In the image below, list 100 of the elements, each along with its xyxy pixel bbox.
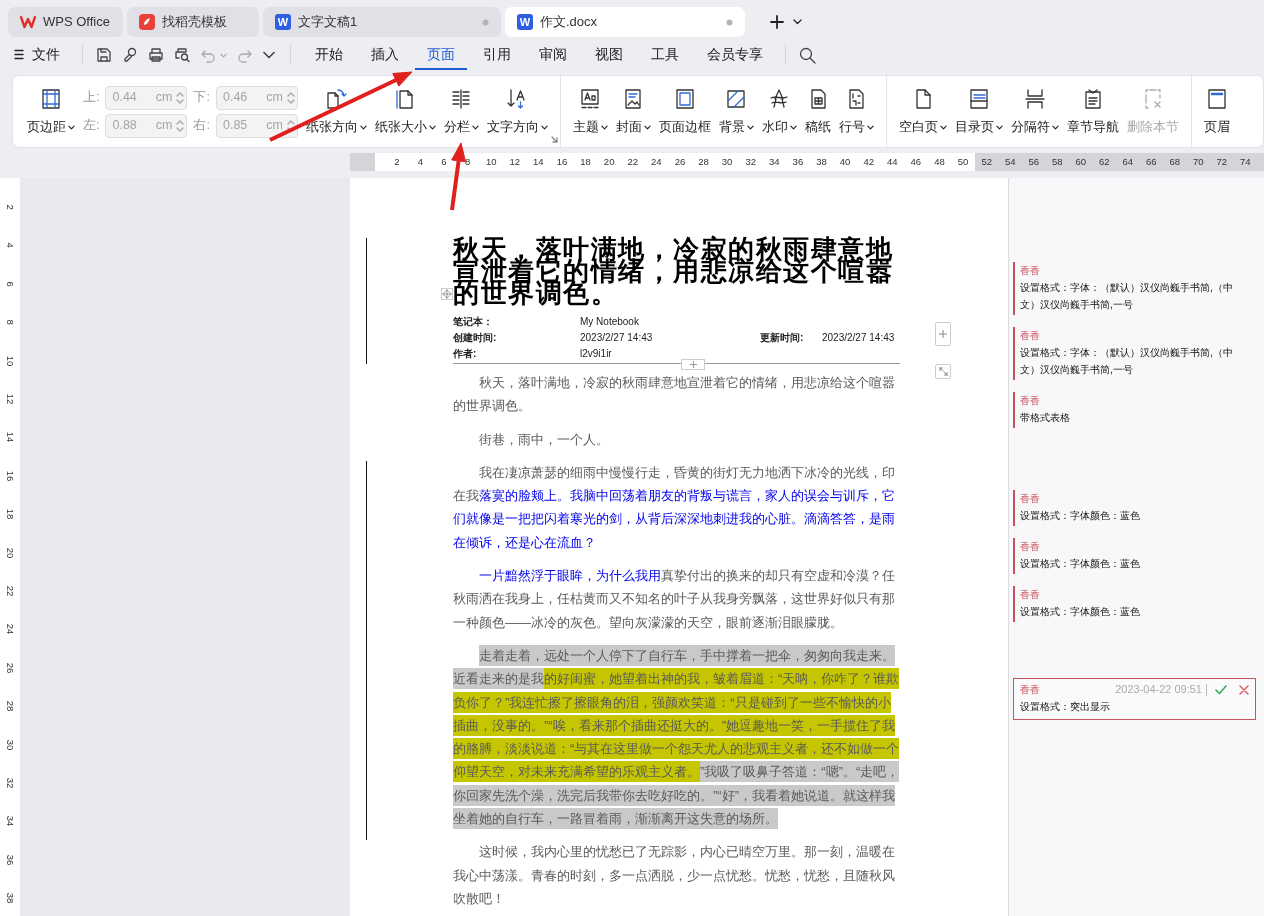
document-tab[interactable]: W 文字文稿1 bbox=[263, 7, 501, 37]
revision-card[interactable]: 香香 设置格式：字体：（默认）汉仪尚巍手书简,（中文）汉仪尚巍手书简,一号 bbox=[1013, 327, 1256, 380]
ribbon-button[interactable]: 页面边框 bbox=[654, 86, 715, 137]
chevron-down-icon[interactable] bbox=[263, 51, 275, 59]
ruler-number: 52 bbox=[980, 155, 994, 169]
move-handle-icon[interactable] bbox=[441, 288, 453, 300]
ribbon-tab[interactable]: 插入 bbox=[359, 40, 411, 70]
field-value: 2023/2/27 14:43 bbox=[822, 331, 896, 345]
ribbon-button[interactable]: 行号 bbox=[834, 86, 878, 137]
ruler-number: 2 bbox=[393, 155, 401, 169]
ruler-number: 42 bbox=[862, 155, 875, 169]
ribbon-tab[interactable]: 会员专享 bbox=[695, 40, 775, 70]
ruler-number: 8 bbox=[463, 155, 472, 169]
caret-icon bbox=[995, 124, 1003, 130]
comment-author: 香香 bbox=[1020, 588, 1040, 602]
revision-card[interactable]: 香香 设置格式：字体颜色：蓝色 bbox=[1013, 586, 1256, 622]
ruler-number: 68 bbox=[1168, 155, 1182, 169]
ribbon-button[interactable]: 主题 bbox=[568, 86, 612, 137]
ribbon-button[interactable]: 页边距 bbox=[23, 86, 79, 137]
ribbon-tab[interactable]: 视图 bbox=[583, 40, 635, 70]
ruler-number: 54 bbox=[1003, 155, 1017, 169]
add-row-button[interactable] bbox=[681, 359, 705, 370]
ruler-number: 6 bbox=[4, 281, 18, 287]
ribbon-button[interactable]: 页眉 bbox=[1199, 86, 1234, 137]
ruler-number: 8 bbox=[4, 319, 18, 325]
ruler-number: 28 bbox=[4, 701, 18, 712]
ribbon-button[interactable]: 分栏 bbox=[439, 86, 483, 137]
ruler-number: 2 bbox=[4, 204, 18, 210]
comment-text: 设置格式：字体颜色：蓝色 bbox=[1020, 509, 1141, 523]
dialog-launcher-icon[interactable] bbox=[550, 136, 558, 143]
save-icon[interactable] bbox=[96, 47, 112, 63]
ribbon-button[interactable]: 目录页 bbox=[950, 86, 1007, 137]
caret-icon bbox=[866, 124, 874, 130]
ruler-number: 50 bbox=[956, 155, 970, 169]
ribbon-tab[interactable]: 审阅 bbox=[527, 40, 579, 70]
ruler-number: 24 bbox=[650, 155, 663, 169]
ribbon-tab[interactable]: 工具 bbox=[639, 40, 691, 70]
ribbon-button[interactable]: 分隔符 bbox=[1006, 86, 1063, 137]
ruler-number: 16 bbox=[555, 155, 569, 169]
ruler-number: 16 bbox=[4, 470, 18, 482]
file-menu[interactable]: 文件 bbox=[14, 40, 72, 70]
revision-card[interactable]: 香香 带格式表格 bbox=[1013, 392, 1256, 428]
caret-icon bbox=[68, 124, 75, 130]
ribbon-button[interactable]: 纸张大小 bbox=[370, 86, 440, 137]
ruler-number: 20 bbox=[4, 547, 18, 558]
field-value: 2023/2/27 14:43 bbox=[580, 331, 654, 345]
ribbon-tab[interactable]: 引用 bbox=[471, 40, 523, 70]
comment-author: 香香 bbox=[1020, 394, 1040, 408]
ribbon-button[interactable]: 背景 bbox=[714, 86, 758, 137]
plus-icon[interactable] bbox=[769, 14, 785, 30]
ribbon-tab[interactable]: 开始 bbox=[303, 40, 355, 70]
arrow bbox=[450, 142, 466, 211]
paragraph: 一片黯然浮于眼眸，为什么我用真挚付出的换来的却只有空虚和冷漠？任秋雨洒在我身上，任枯黄而又不知名的叶子从我身旁飘落，这世界好似只有那一种颜色——冰冷的灰色。望向灰濛濛的天空，眼前逐渐泪眼朦胧。 bbox=[453, 567, 897, 632]
search-icon[interactable] bbox=[799, 46, 816, 64]
ruler-number: 6 bbox=[440, 155, 448, 169]
ruler-number: 64 bbox=[1121, 155, 1135, 169]
ruler-number: 4 bbox=[4, 242, 18, 249]
format-painter-icon[interactable] bbox=[122, 47, 138, 63]
comment-text: 设置格式：字体颜色：蓝色 bbox=[1020, 557, 1141, 571]
paragraph: 我在凄凉萧瑟的细雨中慢慢行走，昏黄的街灯无力地洒下冰冷的光线，印在我落寞的脸颊上。我脑中回荡着朋友的背叛与谎言，家人的误会与训斥，它们就像是一把把闪着寒光的剑，从背后深深地刺进我的心脏。滴滴答答，是雨在倾诉，还是心在流血？ bbox=[453, 463, 897, 552]
ruler-number: 12 bbox=[4, 393, 18, 405]
field-label: 更新时间: bbox=[760, 331, 805, 345]
margin-label: 下: bbox=[193, 89, 210, 107]
ribbon-button[interactable]: 稿纸 bbox=[800, 86, 835, 137]
ribbon-tab[interactable]: 页面 bbox=[415, 40, 467, 70]
caret-icon bbox=[643, 124, 651, 130]
ruler-number: 34 bbox=[4, 816, 18, 827]
ribbon-button[interactable]: 水印 bbox=[757, 86, 801, 137]
chevron-down-icon[interactable] bbox=[793, 19, 802, 25]
wps-logo-icon bbox=[20, 15, 36, 29]
caret-icon bbox=[600, 124, 608, 130]
revision-card[interactable]: 香香 2023-04-22 09:51 设置格式：突出显示 bbox=[1013, 678, 1256, 720]
print-preview-icon[interactable] bbox=[174, 47, 190, 63]
dot-icon[interactable] bbox=[482, 18, 489, 26]
ribbon-button[interactable]: 文字方向 bbox=[482, 86, 552, 137]
check-icon[interactable] bbox=[1215, 684, 1227, 695]
caret-icon bbox=[540, 124, 548, 130]
revision-card[interactable]: 香香 设置格式：字体颜色：蓝色 bbox=[1013, 490, 1256, 526]
comment-text: 设置格式：字体：（默认）汉仪尚巍手书简,（中文）汉仪尚巍手书简,一号 bbox=[1020, 281, 1234, 312]
revision-card[interactable]: 香香 设置格式：字体：（默认）汉仪尚巍手书简,（中文）汉仪尚巍手书简,一号 bbox=[1013, 262, 1256, 315]
ruler-number: 72 bbox=[1215, 155, 1229, 169]
ruler-number: 62 bbox=[1097, 155, 1111, 169]
paragraph: 街巷，雨中，一个人。 bbox=[478, 430, 611, 449]
ribbon-button[interactable]: 章节导航 bbox=[1062, 86, 1123, 137]
margin-label: 右: bbox=[193, 117, 210, 135]
document-tab[interactable]: WPS Office bbox=[8, 7, 123, 37]
close-icon[interactable] bbox=[1239, 684, 1249, 695]
ruler-number: 38 bbox=[815, 155, 828, 169]
revision-card[interactable]: 香香 设置格式：字体颜色：蓝色 bbox=[1013, 538, 1256, 574]
ribbon-button[interactable]: 封面 bbox=[611, 86, 655, 137]
dot-icon[interactable] bbox=[726, 18, 733, 26]
print-icon[interactable] bbox=[148, 47, 164, 63]
ruler-number: 28 bbox=[697, 155, 710, 169]
document-tab[interactable]: 找稻壳模板 bbox=[127, 7, 259, 37]
resize-button[interactable] bbox=[935, 364, 951, 379]
caret-icon bbox=[746, 124, 754, 130]
ribbon-button[interactable]: 空白页 bbox=[894, 86, 951, 137]
ruler-number: 56 bbox=[1027, 155, 1041, 169]
document-tab[interactable]: W 作文.docx bbox=[505, 7, 745, 37]
field-label: 创建时间: bbox=[453, 331, 498, 345]
